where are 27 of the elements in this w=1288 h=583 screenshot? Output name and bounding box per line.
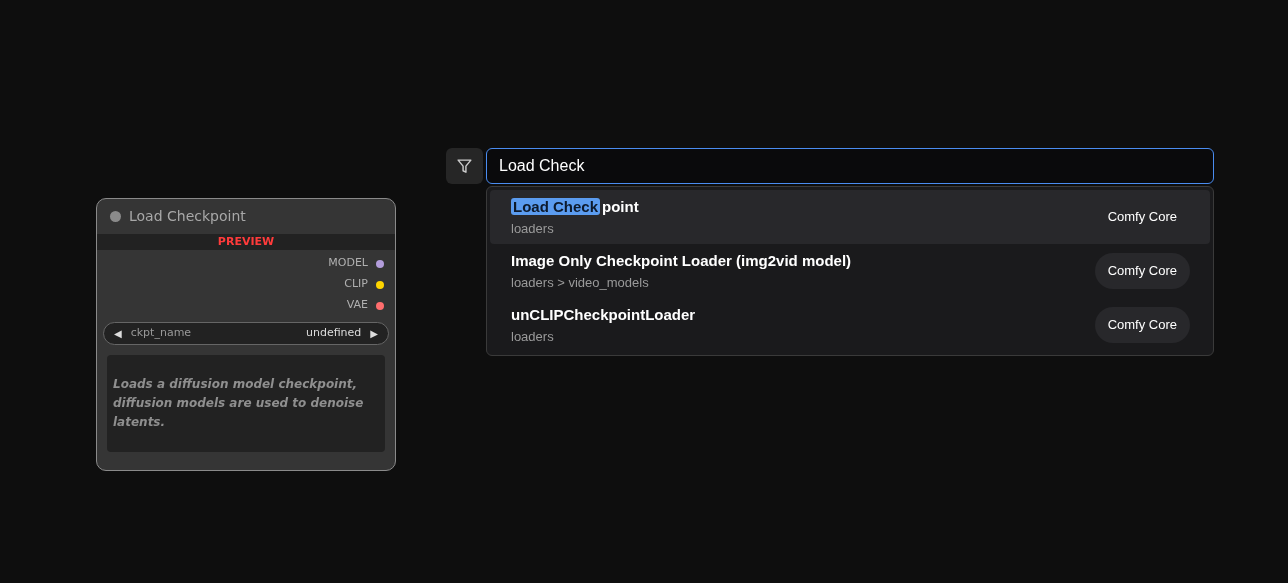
result-item[interactable]: Image Only Checkpoint Loader (img2vid model) loaders > video_models Comfy Core (490, 244, 1210, 298)
widget-name: ckpt_name (130, 325, 192, 342)
output-label: MODEL (328, 255, 368, 272)
result-item[interactable]: Load Check point loaders Comfy Core (490, 190, 1210, 244)
right-arrow[interactable]: ▶ (370, 326, 378, 341)
node-title: Load Checkpoint (129, 207, 246, 226)
result-category: loaders > video_models (511, 274, 650, 292)
filter-icon (456, 157, 473, 175)
node-card[interactable]: Load Checkpoint PREVIEW MODEL CLIP VAE ◀ ckpt_name undefined ▶ Loads a diffusion model checkpoint, diffusion models are used to denoise latents. (96, 198, 396, 471)
output-label: CLIP (344, 276, 368, 293)
source-label: Comfy Core (1094, 307, 1190, 343)
result-category: loaders (511, 328, 555, 346)
search-field[interactable]: Load Check (486, 148, 1214, 184)
result-title: Image Only Checkpoint Loader (img2vid model) (511, 250, 852, 271)
preview-banner: PREVIEW (97, 234, 395, 250)
description-text: Loads a diffusion model checkpoint, diffusion models are used to denoise latents. (113, 376, 365, 431)
source-label: Comfy Core (1106, 208, 1178, 227)
result-item[interactable]: unCLIPCheckpointLoader loaders Comfy Core (490, 298, 1210, 352)
left-arrow[interactable]: ◀ (114, 326, 122, 341)
combo-widget[interactable]: ◀ ckpt_name undefined ▶ (103, 322, 389, 345)
result-title: unCLIPCheckpointLoader (511, 304, 696, 325)
widget-value: undefined (305, 325, 362, 342)
source-label: Comfy Core (1094, 253, 1190, 289)
result-category: loaders (511, 220, 555, 238)
output-label: VAE (346, 297, 368, 314)
filter-button[interactable] (446, 148, 483, 184)
result-title: Load Check point (511, 196, 639, 217)
